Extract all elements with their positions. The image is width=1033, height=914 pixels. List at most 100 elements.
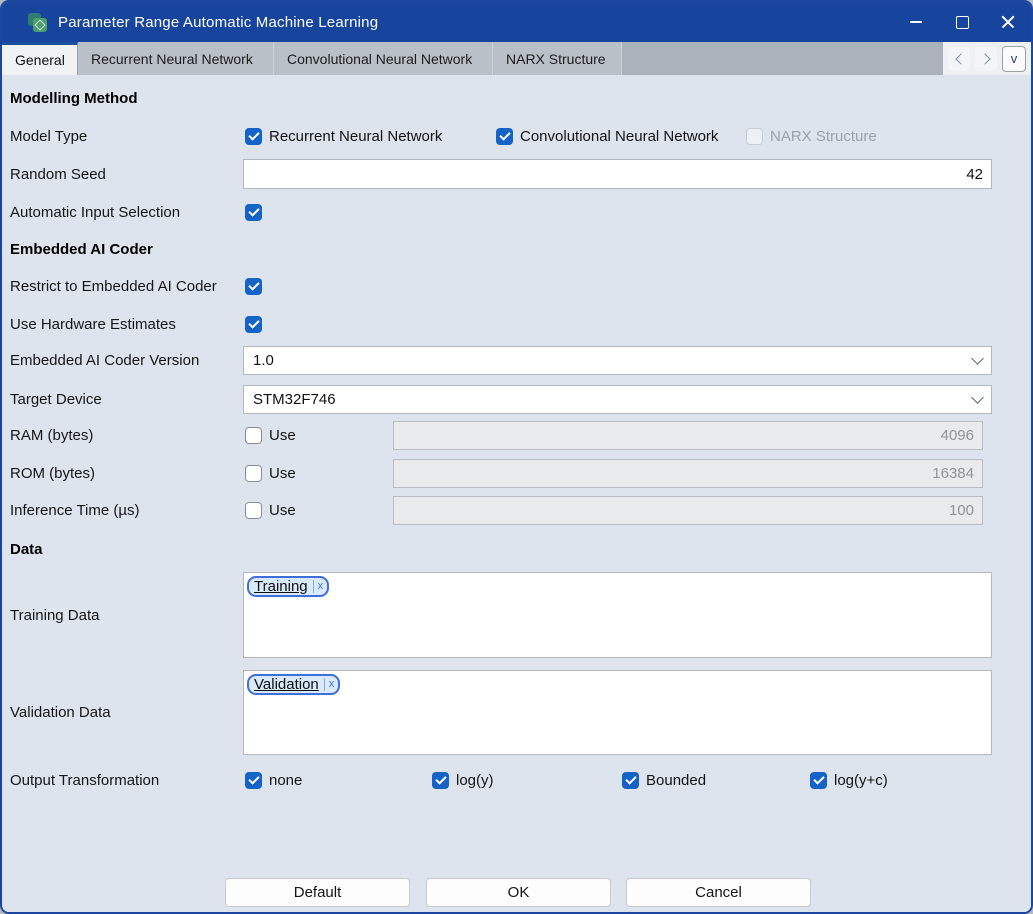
tab-scroll-right-button[interactable] (975, 47, 997, 71)
model-type-label: Model Type (10, 126, 87, 146)
section-header-modelling-method: Modelling Method (10, 90, 137, 107)
log-y-c-checkbox[interactable] (810, 772, 827, 789)
model-type-option-cnn: Convolutional Neural Network (496, 126, 718, 146)
inference-time-use-checkbox[interactable] (245, 502, 262, 519)
tab-convolutional-neural-network[interactable]: Convolutional Neural Network (274, 42, 493, 75)
bounded-checkbox-label: Bounded (646, 772, 706, 789)
tab-label: NARX Structure (506, 51, 606, 67)
random-seed-label: Random Seed (10, 164, 106, 184)
close-icon (1001, 15, 1015, 29)
title-bar: Parameter Range Automatic Machine Learni… (2, 2, 1031, 42)
output-option-none: none (245, 770, 302, 790)
minimize-button[interactable] (893, 2, 939, 42)
restrict-to-embedded-checkbox[interactable] (245, 278, 262, 295)
window-title: Parameter Range Automatic Machine Learni… (58, 14, 378, 31)
tab-general[interactable]: General (2, 42, 78, 75)
embedded-ai-coder-version-value: 1.0 (253, 352, 274, 369)
tag-divider (313, 580, 314, 593)
target-device-label: Target Device (10, 389, 102, 409)
model-type-option-narx: NARX Structure (746, 126, 877, 146)
minimize-icon (910, 21, 922, 23)
target-device-value: STM32F746 (253, 391, 336, 408)
ok-button[interactable]: OK (426, 878, 611, 907)
rom-use-label: Use (269, 465, 296, 482)
tag-divider (324, 678, 325, 691)
bounded-checkbox[interactable] (622, 772, 639, 789)
rom-value: 16384 (932, 465, 974, 482)
tab-label: General (15, 52, 65, 68)
use-hardware-estimates-row (245, 314, 262, 334)
log-y-checkbox-label: log(y) (456, 772, 494, 789)
validation-data-tag: Validation x (247, 674, 340, 695)
ram-use-checkbox[interactable] (245, 427, 262, 444)
restrict-to-embedded-row (245, 276, 262, 296)
cancel-button[interactable]: Cancel (626, 878, 811, 907)
validation-data-label: Validation Data (10, 702, 111, 722)
dialog-content: Modelling Method Model Type Recurrent Ne… (2, 75, 1031, 912)
chevron-down-icon (971, 352, 984, 365)
inference-time-use-row: Use (245, 500, 296, 520)
automatic-input-selection-label: Automatic Input Selection (10, 202, 180, 222)
training-data-tag-field[interactable]: Training x (243, 572, 992, 658)
tab-scroll-left-button[interactable] (948, 47, 970, 71)
tag-remove-icon[interactable]: x (329, 679, 335, 690)
embedded-ai-coder-version-select[interactable]: 1.0 (243, 346, 992, 375)
tag-remove-icon[interactable]: x (318, 581, 324, 592)
section-header-data: Data (10, 541, 43, 558)
chevron-left-icon (955, 53, 966, 64)
log-y-c-checkbox-label: log(y+c) (834, 772, 888, 789)
log-y-checkbox[interactable] (432, 772, 449, 789)
tab-recurrent-neural-network[interactable]: Recurrent Neural Network (78, 42, 274, 75)
tab-narx-structure[interactable]: NARX Structure (493, 42, 622, 75)
ram-input: 4096 (393, 421, 983, 450)
tab-strip-spacer (622, 42, 943, 75)
chevron-down-icon (971, 391, 984, 404)
rom-use-row: Use (245, 463, 296, 483)
maximize-icon (956, 16, 969, 29)
ram-label: RAM (bytes) (10, 425, 93, 445)
none-checkbox-label: none (269, 772, 302, 789)
ram-use-row: Use (245, 425, 296, 445)
dialog-window: Parameter Range Automatic Machine Learni… (0, 0, 1033, 914)
rnn-checkbox[interactable] (245, 128, 262, 145)
close-button[interactable] (985, 2, 1031, 42)
inference-time-label: Inference Time (µs) (10, 500, 140, 520)
inference-time-input: 100 (393, 496, 983, 525)
ram-use-label: Use (269, 427, 296, 444)
output-transformation-label: Output Transformation (10, 770, 159, 790)
narx-checkbox-label: NARX Structure (770, 128, 877, 145)
rom-use-checkbox[interactable] (245, 465, 262, 482)
tag-label: Training (254, 578, 308, 595)
none-checkbox[interactable] (245, 772, 262, 789)
target-device-select[interactable]: STM32F746 (243, 385, 992, 414)
tab-label: Convolutional Neural Network (287, 51, 472, 67)
app-icon (28, 13, 47, 32)
inference-time-value: 100 (949, 502, 974, 519)
rom-label: ROM (bytes) (10, 463, 95, 483)
ram-value: 4096 (941, 427, 974, 444)
output-option-bounded: Bounded (622, 770, 706, 790)
default-button[interactable]: Default (225, 878, 410, 907)
automatic-input-selection-checkbox[interactable] (245, 204, 262, 221)
tab-scroll-controls: v (943, 42, 1031, 75)
inference-time-use-label: Use (269, 502, 296, 519)
use-hardware-estimates-label: Use Hardware Estimates (10, 314, 176, 334)
random-seed-input[interactable] (243, 159, 992, 189)
use-hardware-estimates-checkbox[interactable] (245, 316, 262, 333)
rom-input: 16384 (393, 459, 983, 488)
training-data-tag: Training x (247, 576, 329, 597)
model-type-option-rnn: Recurrent Neural Network (245, 126, 442, 146)
cnn-checkbox[interactable] (496, 128, 513, 145)
narx-checkbox (746, 128, 763, 145)
tab-list-button[interactable]: v (1002, 46, 1026, 72)
validation-data-tag-field[interactable]: Validation x (243, 670, 992, 755)
training-data-label: Training Data (10, 605, 100, 625)
tag-label: Validation (254, 676, 319, 693)
maximize-button[interactable] (939, 2, 985, 42)
tab-label: Recurrent Neural Network (91, 51, 253, 67)
section-header-embedded-ai-coder: Embedded AI Coder (10, 241, 153, 258)
rnn-checkbox-label: Recurrent Neural Network (269, 128, 442, 145)
tab-list-icon: v (1011, 52, 1018, 65)
cnn-checkbox-label: Convolutional Neural Network (520, 128, 718, 145)
chevron-right-icon (979, 53, 990, 64)
